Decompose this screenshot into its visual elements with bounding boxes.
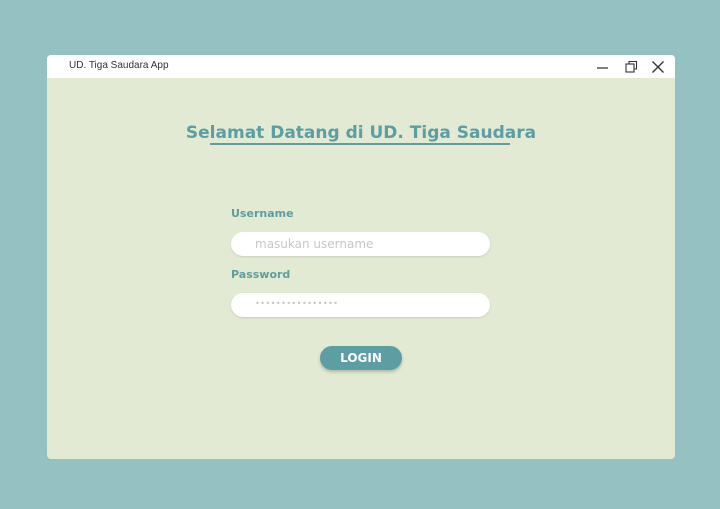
close-icon[interactable] [649, 58, 667, 76]
window-title: UD. Tiga Saudara App [69, 60, 169, 71]
title-bar[interactable]: UD. Tiga Saudara App [47, 55, 675, 78]
app-window: UD. Tiga Saudara App Selamat Datang di U… [47, 55, 675, 459]
restore-icon[interactable] [622, 58, 640, 76]
heading-underline [210, 143, 510, 145]
username-input[interactable] [231, 232, 490, 256]
password-input[interactable] [231, 293, 490, 317]
password-label: Password [231, 268, 291, 281]
minimize-icon[interactable] [594, 58, 612, 76]
login-button[interactable]: LOGIN [320, 346, 402, 370]
welcome-heading: Selamat Datang di UD. Tiga Saudara [185, 123, 537, 143]
username-label: Username [231, 207, 294, 220]
